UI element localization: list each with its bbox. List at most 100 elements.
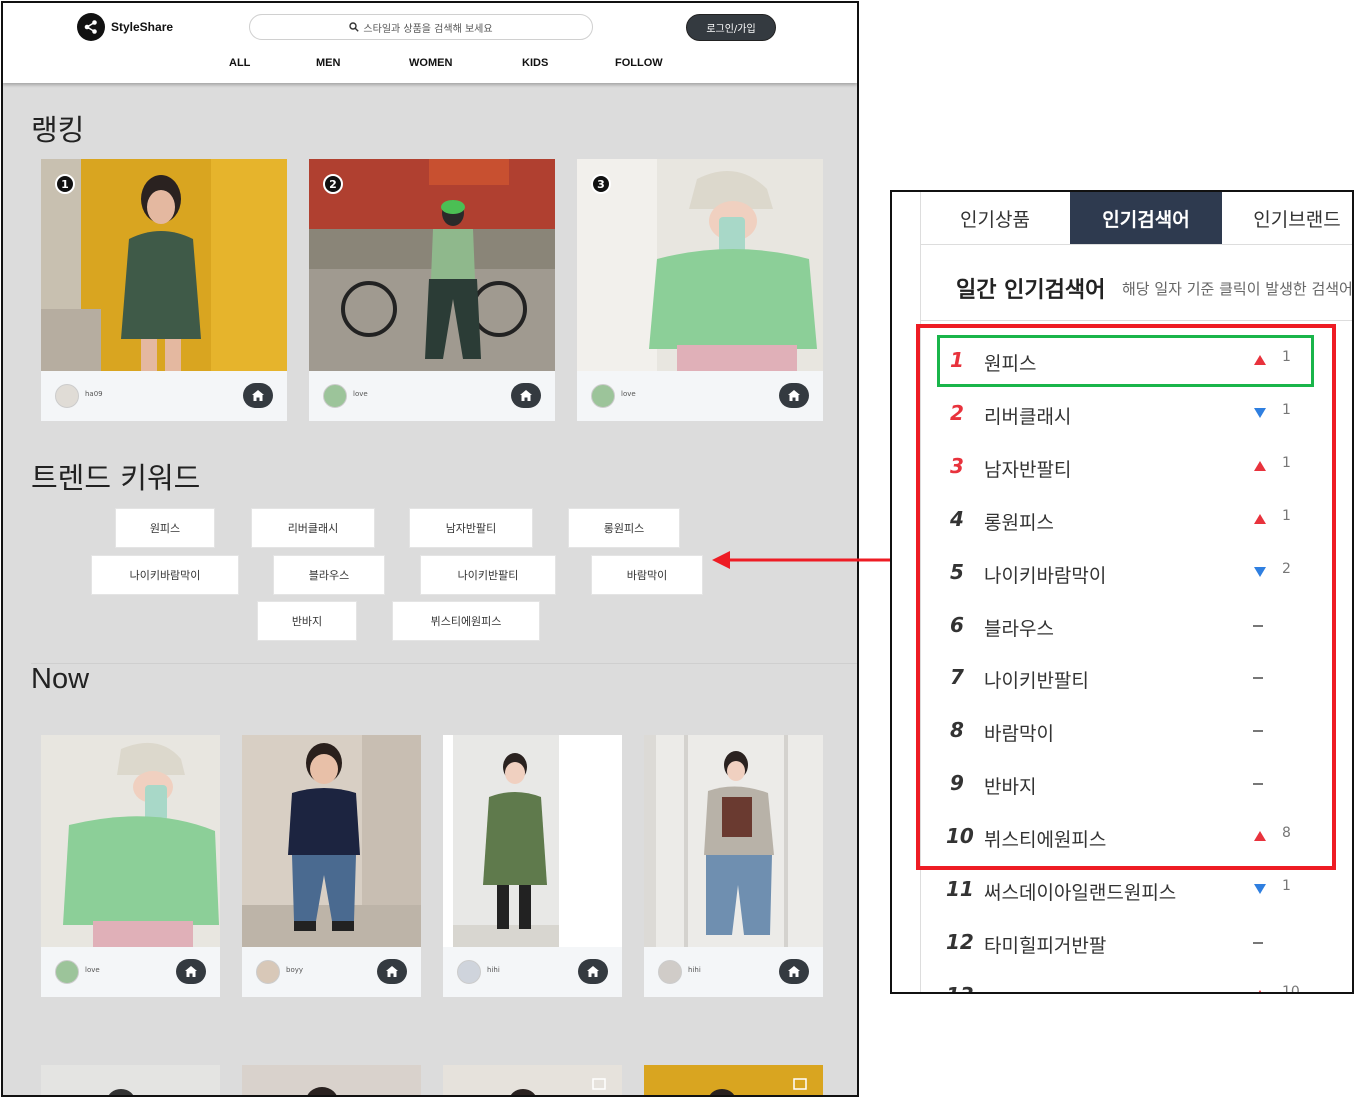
home-button[interactable] <box>377 959 407 984</box>
rank-badge: 3 <box>591 174 611 194</box>
ranking-title: 랭킹 <box>31 113 85 147</box>
logo[interactable]: StyleShare <box>77 13 173 41</box>
highlight-box-green <box>937 335 1314 387</box>
keyword-rank-row[interactable]: 13 10 <box>892 971 1352 994</box>
post-photo <box>644 735 823 947</box>
rank-badge: 2 <box>323 174 343 194</box>
avatar <box>457 960 481 984</box>
ranking-card[interactable]: 2 love <box>309 159 555 421</box>
ranking-card[interactable]: 1 ha09 <box>41 159 287 421</box>
home-icon <box>185 966 197 977</box>
keyword-text: 타미힐피거반팔 <box>984 934 1107 957</box>
home-button[interactable] <box>779 959 809 984</box>
card-footer: love <box>577 371 823 421</box>
post-photo-partial[interactable] <box>242 1065 421 1095</box>
nav-kids[interactable]: KIDS <box>522 57 548 69</box>
keyword-chip[interactable]: 롱원피스 <box>568 508 680 548</box>
rank-badge: 1 <box>55 174 75 194</box>
now-title: Now <box>31 663 90 695</box>
keyword-chip[interactable]: 블라우스 <box>273 555 385 595</box>
nav-follow[interactable]: FOLLOW <box>615 57 663 69</box>
keyword-chip[interactable]: 반바지 <box>257 601 357 641</box>
rank-up-icon <box>1258 989 1262 992</box>
site-header: StyleShare 스타일과 상품을 검색해 보세요 로그인/가입 ALL M… <box>3 3 857 83</box>
home-icon <box>587 966 599 977</box>
rank-down-icon <box>1254 884 1266 894</box>
card-footer: ha09 <box>41 371 287 421</box>
username: ha09 <box>85 390 103 398</box>
home-icon <box>520 390 532 401</box>
logo-text: StyleShare <box>111 20 174 34</box>
tab-divider <box>920 244 1352 245</box>
keyword-rank-row[interactable]: 12 타미힐피거반팔 <box>892 918 1352 971</box>
keyword-chip[interactable]: 나이키반팔티 <box>420 555 556 595</box>
home-button[interactable] <box>176 959 206 984</box>
nav-men[interactable]: MEN <box>316 57 340 69</box>
now-card[interactable]: love <box>41 735 220 997</box>
home-button[interactable] <box>243 383 273 408</box>
keyword-text: 써스데이아일랜드원피스 <box>984 882 1177 904</box>
keyword-rank-number: 11 <box>946 877 974 901</box>
rank-change-value: 1 <box>1282 878 1291 894</box>
card-footer: love <box>309 371 555 421</box>
post-photo-partial[interactable] <box>443 1065 622 1095</box>
card-footer: love <box>41 947 220 997</box>
post-photo-partial[interactable] <box>41 1065 220 1095</box>
home-button[interactable] <box>779 383 809 408</box>
post-photo <box>242 735 421 947</box>
keyword-chip[interactable]: 원피스 <box>115 508 215 548</box>
avatar <box>323 384 347 408</box>
search-input[interactable]: 스타일과 상품을 검색해 보세요 <box>249 14 593 40</box>
post-photo <box>443 735 622 947</box>
section-divider <box>31 663 857 664</box>
tab-popular-keywords[interactable]: 인기검색어 <box>1070 192 1222 244</box>
home-button[interactable] <box>578 959 608 984</box>
ranking-photo <box>309 159 555 371</box>
now-card[interactable]: boyy <box>242 735 421 997</box>
list-top-line <box>920 320 1352 321</box>
panel-subtitle: 해당 일자 기준 클릭이 발생한 검색어 <box>1122 280 1353 298</box>
tab-popular-products[interactable]: 인기상품 <box>920 192 1070 244</box>
home-button[interactable] <box>511 383 541 408</box>
avatar <box>591 384 615 408</box>
login-button[interactable]: 로그인/가입 <box>686 14 776 41</box>
highlight-box-red <box>916 324 1336 870</box>
post-photo-partial[interactable] <box>644 1065 823 1095</box>
now-card[interactable]: hihi <box>443 735 622 997</box>
card-footer: hihi <box>644 947 823 997</box>
post-photo <box>41 735 220 947</box>
panel-title: 일간 인기검색어 <box>956 278 1106 303</box>
username: love <box>621 390 636 398</box>
avatar <box>55 384 79 408</box>
keyword-chip[interactable]: 남자반팔티 <box>409 508 533 548</box>
share-logo-icon <box>77 13 105 41</box>
trend-title: 트렌드 키워드 <box>31 461 201 495</box>
nav-women[interactable]: WOMEN <box>409 57 452 69</box>
home-icon <box>252 390 264 401</box>
tab-popular-brands[interactable]: 인기브랜드 <box>1222 192 1352 244</box>
keyword-rank-number: 13 <box>946 983 974 992</box>
keyword-chip[interactable]: 뷔스티에원피스 <box>392 601 540 641</box>
avatar <box>658 960 682 984</box>
keyword-chip[interactable]: 나이키바람막이 <box>91 555 239 595</box>
rank-change-value: 10 <box>1282 983 1300 994</box>
username: love <box>353 390 368 398</box>
keyword-chip[interactable]: 바람막이 <box>591 555 703 595</box>
search-icon <box>349 22 360 32</box>
now-card[interactable]: hihi <box>644 735 823 997</box>
nav-all[interactable]: ALL <box>229 57 250 69</box>
ranking-photo <box>577 159 823 371</box>
home-icon <box>386 966 398 977</box>
username: love <box>85 966 100 974</box>
ranking-photo <box>41 159 287 371</box>
home-icon <box>788 390 800 401</box>
keyword-chip[interactable]: 리버클래시 <box>251 508 375 548</box>
keyword-rank-row[interactable]: 11 써스데이아일랜드원피스 1 <box>892 865 1352 918</box>
card-footer: boyy <box>242 947 421 997</box>
card-footer: hihi <box>443 947 622 997</box>
username: hihi <box>688 966 701 974</box>
search-placeholder: 스타일과 상품을 검색해 보세요 <box>363 23 493 35</box>
home-icon <box>788 966 800 977</box>
pointer-arrow-icon <box>712 551 920 569</box>
ranking-card[interactable]: 3 love <box>577 159 823 421</box>
